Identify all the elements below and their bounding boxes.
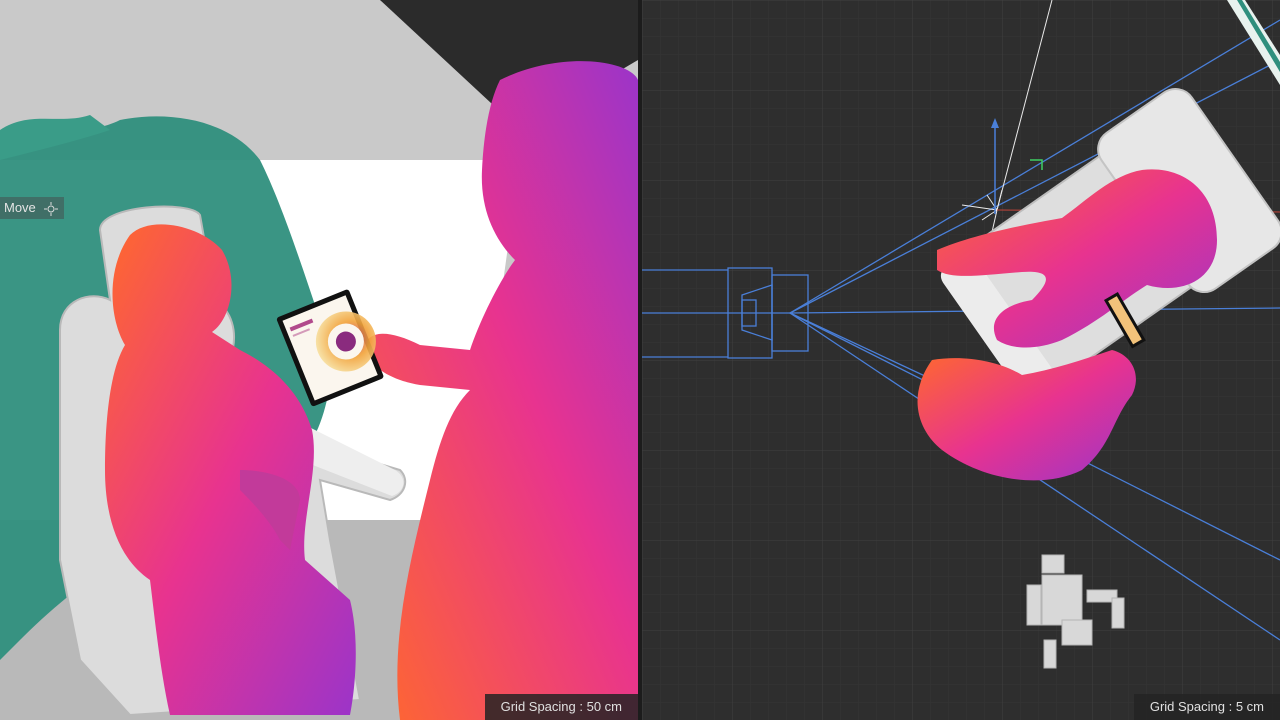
perspective-viewport[interactable]: Move Grid Spacing : 50 cm <box>0 0 638 720</box>
top-view-scene <box>642 0 1280 720</box>
move-crosshair-icon <box>43 201 58 216</box>
move-tool-hud[interactable]: Move <box>0 197 64 219</box>
grid-spacing-label-left: Grid Spacing : 50 cm <box>484 694 638 720</box>
perspective-scene <box>0 0 638 720</box>
move-label: Move <box>4 200 36 215</box>
grid-spacing-label-right: Grid Spacing : 5 cm <box>1133 694 1280 720</box>
dual-viewport-editor: Move Grid Spacing : 50 cm Grid Spacing:… <box>0 0 1280 720</box>
top-view-viewport[interactable]: Grid Spacing : 5 cm <box>642 0 1280 720</box>
